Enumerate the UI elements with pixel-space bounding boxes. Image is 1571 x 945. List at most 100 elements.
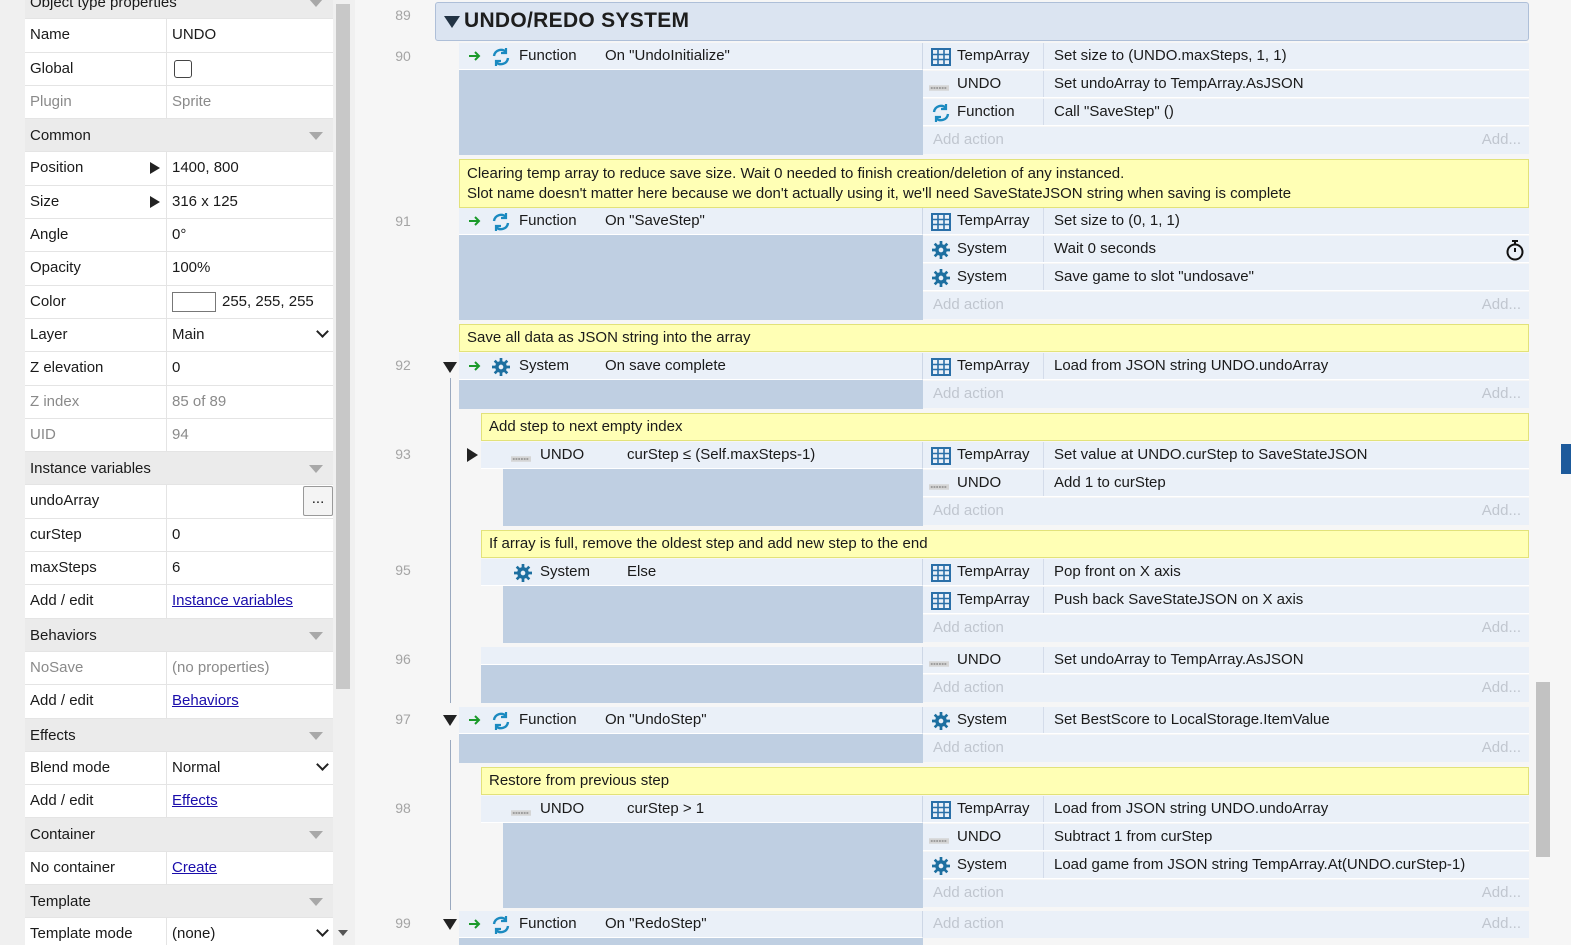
color-swatch[interactable] [172,291,216,312]
add-action-row[interactable]: Add action Add... [923,381,1529,408]
property-value[interactable]: 6 [167,552,333,584]
property-value[interactable]: 1400, 800 [167,152,333,184]
section-header[interactable]: Template [25,885,333,919]
action-row[interactable]: TempArray Push back SaveStateJSON on X ax… [923,587,1529,614]
action-row[interactable]: UNDO Set undoArray to TempArray.AsJSON [923,647,1529,674]
add-action-link[interactable]: Add action [933,735,1004,761]
expand-triangle-icon[interactable] [150,195,160,208]
add-more-link[interactable]: Add... [1482,735,1521,761]
condition-row[interactable] [481,647,923,665]
add-action-link[interactable]: Add action [933,675,1004,701]
add-action-link[interactable]: Add action [933,498,1004,524]
add-more-link[interactable]: Add... [1482,911,1521,937]
action-row[interactable]: UNDO Set undoArray to TempArray.AsJSON [923,71,1529,98]
add-action-row[interactable]: Add action Add... [923,735,1529,762]
collapse-triangle-icon[interactable] [443,919,457,930]
sheet-scrollbar[interactable] [1536,682,1550,857]
add-more-link[interactable]: Add... [1482,381,1521,407]
property-value[interactable]: Effects [167,785,333,817]
collapse-chevron-icon[interactable] [309,898,323,907]
collapse-chevron-icon[interactable] [309,465,323,474]
property-link[interactable]: Create [172,859,217,876]
condition-row[interactable]: System Else [481,559,923,586]
chevron-down-icon[interactable] [316,757,329,771]
condition-row[interactable]: Function On "SaveStep" [459,208,923,235]
add-action-row[interactable]: Add action Add... [923,127,1529,154]
property-value[interactable]: Instance variables [167,585,333,617]
section-header[interactable]: Container [25,818,333,852]
property-value[interactable]: (none) [167,918,333,945]
expand-triangle-icon[interactable] [150,162,160,175]
condition-row[interactable]: UNDO curStep ≤ (Self.maxSteps-1) [481,442,923,469]
property-link[interactable]: Behaviors [172,692,239,709]
property-link[interactable]: Instance variables [172,592,293,609]
property-value[interactable]: 0° [167,219,333,251]
add-action-row[interactable]: Add action Add... [923,675,1529,702]
property-value[interactable]: 100% [167,252,333,284]
action-row[interactable]: TempArray Set value at UNDO.curStep to Sa… [923,442,1529,469]
property-value[interactable]: ... [167,485,333,517]
property-value[interactable]: Main [167,319,333,351]
action-row[interactable]: System Set BestScore to LocalStorage.Item… [923,707,1529,734]
expand-triangle-icon[interactable] [467,448,478,462]
side-panel-tab[interactable] [1561,444,1571,474]
section-header[interactable]: Effects [25,718,333,752]
add-more-link[interactable]: Add... [1482,498,1521,524]
comment[interactable]: If array is full, remove the oldest step… [481,530,1529,558]
property-value[interactable]: 255, 255, 255 [167,286,333,318]
add-action-row[interactable]: Add action Add... [923,615,1529,642]
section-header[interactable]: Instance variables [25,452,333,486]
action-row[interactable]: System Save game to slot "undosave" [923,264,1529,291]
condition-row[interactable]: Function On "UndoInitialize" [459,43,923,70]
section-header[interactable]: Behaviors [25,618,333,652]
add-action-row[interactable]: Add action Add... [923,880,1529,907]
condition-row[interactable]: Function On "UndoStep" [459,707,923,734]
action-row[interactable]: TempArray Set size to (UNDO.maxSteps, 1, … [923,43,1529,70]
add-action-row[interactable]: Add action Add... [923,292,1529,319]
action-row[interactable]: UNDO Add 1 to curStep [923,470,1529,497]
action-row[interactable]: TempArray Set size to (0, 1, 1) [923,208,1529,235]
add-action-link[interactable]: Add action [933,127,1004,153]
collapse-triangle-icon[interactable] [443,715,457,726]
group-header[interactable]: UNDO/REDO SYSTEM [435,2,1529,41]
action-row[interactable]: TempArray Pop front on X axis [923,559,1529,586]
property-value[interactable]: Create [167,852,333,884]
property-value[interactable]: 0 [167,352,333,384]
chevron-down-icon[interactable] [316,924,329,938]
section-header[interactable]: Object type properties [25,0,333,20]
property-link[interactable]: Effects [172,792,218,809]
event-sheet[interactable]: 89 90 91 92 93 95 96 97 98 99 UNDO/REDO … [355,0,1571,945]
chevron-down-icon[interactable] [316,325,329,338]
property-value[interactable]: 0 [167,519,333,551]
section-header[interactable]: Common [25,119,333,153]
add-action-link[interactable]: Add action [933,911,1004,937]
add-more-link[interactable]: Add... [1482,292,1521,318]
property-value[interactable]: UNDO [167,19,333,51]
add-more-link[interactable]: Add... [1482,880,1521,906]
collapse-triangle-icon[interactable] [443,362,457,373]
action-row[interactable]: System Wait 0 seconds [923,236,1529,263]
property-value[interactable] [167,53,333,85]
add-action-link[interactable]: Add action [933,381,1004,407]
condition-row[interactable]: Function On "RedoStep" [459,911,923,938]
properties-scrollbar[interactable] [336,4,350,689]
add-action-link[interactable]: Add action [933,880,1004,906]
add-more-link[interactable]: Add... [1482,675,1521,701]
global-checkbox[interactable] [174,59,192,78]
add-action-link[interactable]: Add action [933,615,1004,641]
add-action-row[interactable]: Add action Add... [923,911,1529,938]
property-value[interactable]: Behaviors [167,685,333,717]
property-value[interactable]: Normal [167,752,333,784]
collapse-chevron-icon[interactable] [309,132,323,141]
action-row[interactable]: TempArray Load from JSON string UNDO.undo… [923,796,1529,823]
comment[interactable]: Save all data as JSON string into the ar… [459,324,1529,352]
comment[interactable]: Clearing temp array to reduce save size.… [459,159,1529,208]
add-action-row[interactable]: Add action Add... [923,498,1529,525]
edit-value-button[interactable]: ... [303,486,333,517]
collapse-chevron-icon[interactable] [309,831,323,840]
add-more-link[interactable]: Add... [1482,127,1521,153]
condition-row[interactable]: UNDO curStep > 1 [481,796,923,823]
collapse-triangle-icon[interactable] [444,16,460,28]
collapse-chevron-icon[interactable] [309,731,323,740]
comment[interactable]: Restore from previous step [481,767,1529,795]
